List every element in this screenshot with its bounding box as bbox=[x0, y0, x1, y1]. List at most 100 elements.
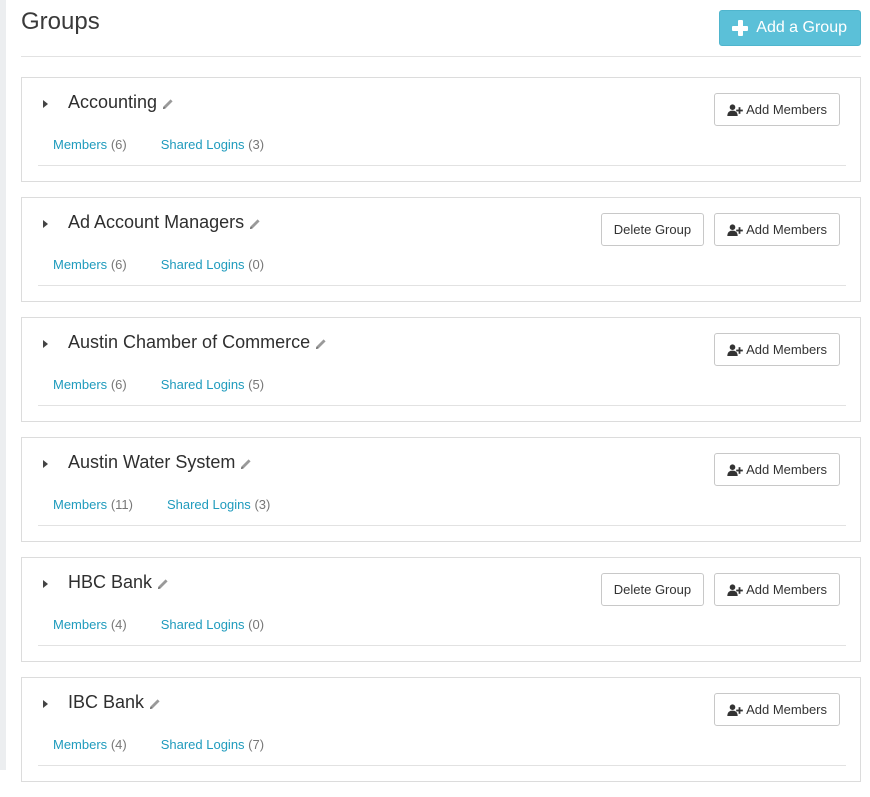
shared-logins-link[interactable]: Shared Logins (5) bbox=[161, 377, 264, 392]
add-group-button[interactable]: Add a Group bbox=[719, 10, 861, 46]
members-count: (6) bbox=[110, 257, 127, 272]
user-plus-icon bbox=[727, 343, 743, 356]
delete-group-button[interactable]: Delete Group bbox=[600, 573, 705, 606]
add-members-button[interactable]: Add Members bbox=[714, 693, 840, 726]
group-card: Accounting Members (6) Shared Logins (3) bbox=[21, 77, 861, 182]
group-card: Ad Account Managers Members (6) Shared L… bbox=[21, 197, 861, 302]
group-card: Austin Water System Members (11) Shared … bbox=[21, 437, 861, 542]
group-name: HBC Bank bbox=[68, 572, 169, 593]
members-count: (4) bbox=[110, 617, 127, 632]
left-rail bbox=[0, 0, 6, 770]
group-links: Members (6) Shared Logins (5) bbox=[53, 377, 264, 392]
plus-icon bbox=[732, 20, 749, 36]
add-members-label: Add Members bbox=[746, 222, 827, 237]
group-card: Austin Chamber of Commerce Members (6) S… bbox=[21, 317, 861, 422]
add-members-label: Add Members bbox=[746, 462, 827, 477]
group-links: Members (6) Shared Logins (3) bbox=[53, 137, 264, 152]
shared-logins-link[interactable]: Shared Logins (0) bbox=[161, 617, 264, 632]
shared-logins-count: (5) bbox=[248, 377, 265, 392]
members-link[interactable]: Members (6) bbox=[53, 257, 127, 272]
members-count: (6) bbox=[110, 137, 127, 152]
group-actions: Add Members bbox=[714, 333, 840, 366]
group-name-text: HBC Bank bbox=[68, 572, 153, 592]
add-members-label: Add Members bbox=[746, 582, 827, 597]
group-links: Members (11) Shared Logins (3) bbox=[53, 497, 270, 512]
shared-logins-label: Shared Logins bbox=[160, 257, 245, 272]
caret-right-icon[interactable] bbox=[43, 700, 48, 708]
user-plus-icon bbox=[727, 703, 743, 716]
members-count: (6) bbox=[110, 377, 127, 392]
members-count: (11) bbox=[110, 497, 133, 512]
shared-logins-label: Shared Logins bbox=[160, 617, 245, 632]
group-name-text: Austin Water System bbox=[68, 452, 236, 472]
pencil-icon[interactable] bbox=[157, 578, 169, 590]
shared-logins-link[interactable]: Shared Logins (0) bbox=[161, 257, 264, 272]
add-members-button[interactable]: Add Members bbox=[714, 213, 840, 246]
card-divider bbox=[38, 285, 846, 286]
shared-logins-count: (7) bbox=[248, 737, 265, 752]
pencil-icon[interactable] bbox=[162, 98, 174, 110]
add-group-label: Add a Group bbox=[756, 19, 847, 36]
group-name-text: Austin Chamber of Commerce bbox=[68, 332, 311, 352]
card-divider bbox=[38, 405, 846, 406]
shared-logins-label: Shared Logins bbox=[160, 737, 245, 752]
shared-logins-count: (3) bbox=[254, 497, 271, 512]
add-members-button[interactable]: Add Members bbox=[714, 573, 840, 606]
group-actions: Delete Group Add Members bbox=[600, 213, 840, 246]
group-card: IBC Bank Members (4) Shared Logins (7) A… bbox=[21, 677, 861, 782]
members-label: Members bbox=[53, 497, 108, 512]
pencil-icon[interactable] bbox=[149, 698, 161, 710]
card-divider bbox=[38, 165, 846, 166]
shared-logins-count: (3) bbox=[248, 137, 265, 152]
group-name-text: IBC Bank bbox=[68, 692, 145, 712]
page-header: Groups Add a Group bbox=[21, 0, 861, 57]
caret-right-icon[interactable] bbox=[43, 220, 48, 228]
card-divider bbox=[38, 765, 846, 766]
group-actions: Add Members bbox=[714, 693, 840, 726]
user-plus-icon bbox=[727, 103, 743, 116]
card-divider bbox=[38, 645, 846, 646]
add-members-button[interactable]: Add Members bbox=[714, 93, 840, 126]
shared-logins-count: (0) bbox=[248, 617, 265, 632]
delete-group-button[interactable]: Delete Group bbox=[600, 213, 705, 246]
caret-right-icon[interactable] bbox=[43, 100, 48, 108]
add-members-button[interactable]: Add Members bbox=[714, 453, 840, 486]
caret-right-icon[interactable] bbox=[43, 580, 48, 588]
pencil-icon[interactable] bbox=[249, 218, 261, 230]
pencil-icon[interactable] bbox=[315, 338, 327, 350]
add-members-label: Add Members bbox=[746, 342, 827, 357]
shared-logins-label: Shared Logins bbox=[160, 137, 245, 152]
members-link[interactable]: Members (11) bbox=[53, 497, 133, 512]
group-name-text: Ad Account Managers bbox=[68, 212, 245, 232]
group-name: Accounting bbox=[68, 92, 174, 113]
add-members-button[interactable]: Add Members bbox=[714, 333, 840, 366]
group-links: Members (4) Shared Logins (0) bbox=[53, 617, 264, 632]
shared-logins-link[interactable]: Shared Logins (7) bbox=[161, 737, 264, 752]
members-link[interactable]: Members (6) bbox=[53, 137, 127, 152]
members-label: Members bbox=[53, 257, 108, 272]
members-link[interactable]: Members (6) bbox=[53, 377, 127, 392]
group-actions: Add Members bbox=[714, 93, 840, 126]
group-actions: Add Members bbox=[714, 453, 840, 486]
members-label: Members bbox=[53, 377, 108, 392]
members-label: Members bbox=[53, 737, 108, 752]
members-label: Members bbox=[53, 617, 108, 632]
user-plus-icon bbox=[727, 223, 743, 236]
group-list: Accounting Members (6) Shared Logins (3) bbox=[21, 77, 861, 797]
pencil-icon[interactable] bbox=[240, 458, 252, 470]
shared-logins-link[interactable]: Shared Logins (3) bbox=[161, 137, 264, 152]
group-links: Members (4) Shared Logins (7) bbox=[53, 737, 264, 752]
page-title: Groups bbox=[21, 8, 100, 35]
caret-right-icon[interactable] bbox=[43, 340, 48, 348]
card-divider bbox=[38, 525, 846, 526]
group-actions: Delete Group Add Members bbox=[600, 573, 840, 606]
group-name-text: Accounting bbox=[68, 92, 158, 112]
caret-right-icon[interactable] bbox=[43, 460, 48, 468]
shared-logins-link[interactable]: Shared Logins (3) bbox=[167, 497, 270, 512]
members-link[interactable]: Members (4) bbox=[53, 737, 127, 752]
user-plus-icon bbox=[727, 583, 743, 596]
members-link[interactable]: Members (4) bbox=[53, 617, 127, 632]
add-members-label: Add Members bbox=[746, 102, 827, 117]
group-name: Austin Water System bbox=[68, 452, 252, 473]
shared-logins-label: Shared Logins bbox=[166, 497, 251, 512]
